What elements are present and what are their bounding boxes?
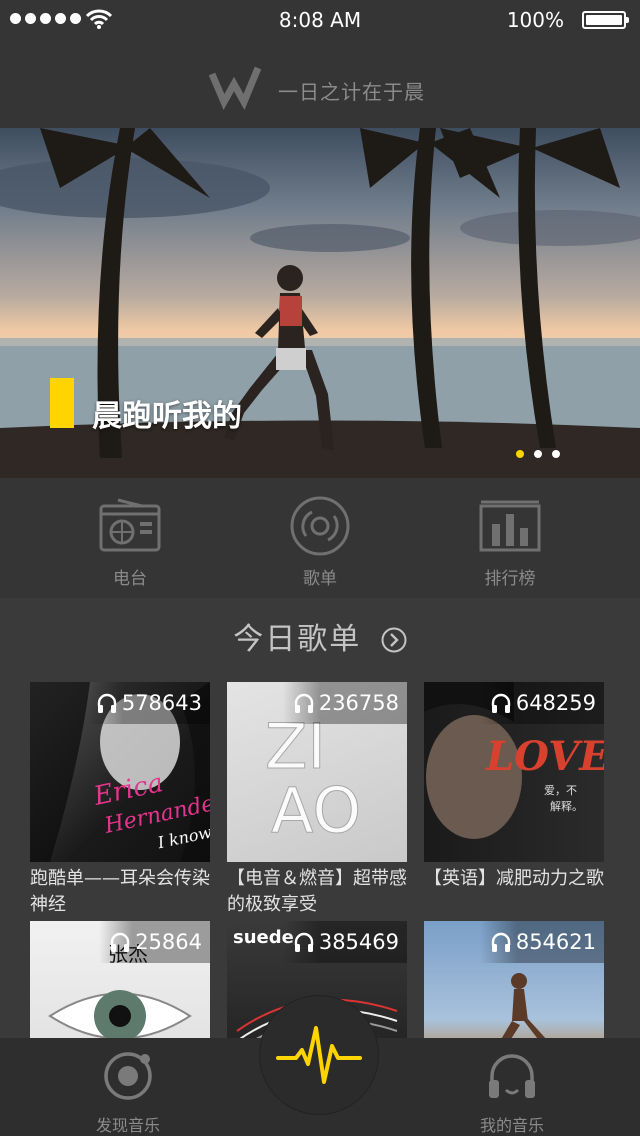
discover-icon xyxy=(104,1052,152,1100)
status-bar: 8:08 AM 100% xyxy=(0,0,640,40)
play-count: 648259 xyxy=(479,682,604,724)
category-nav: 电台 歌单 排行榜 xyxy=(0,478,640,598)
headphones-icon xyxy=(489,1054,535,1098)
app-logo-icon xyxy=(208,66,262,110)
play-count: 578643 xyxy=(85,682,210,724)
carousel-dot-active[interactable] xyxy=(516,450,524,458)
svg-text:AO: AO xyxy=(271,774,361,847)
svg-text:LOVE: LOVE xyxy=(485,733,604,780)
radio-icon xyxy=(99,498,161,552)
play-count-value: 236758 xyxy=(318,691,399,715)
chevron-right-icon[interactable] xyxy=(381,627,407,653)
now-playing-button[interactable] xyxy=(260,996,378,1114)
play-count: 385469 xyxy=(282,921,407,963)
play-count-value: 25864 xyxy=(135,930,202,954)
pulse-icon xyxy=(276,1026,362,1084)
nav-radio[interactable]: 电台 xyxy=(70,494,190,589)
disc-icon xyxy=(290,496,350,556)
nav-chart[interactable]: 排行榜 xyxy=(450,494,570,589)
play-count: 236758 xyxy=(282,682,407,724)
header-title: 一日之计在于晨 xyxy=(278,80,425,104)
play-count-value: 578643 xyxy=(121,691,202,715)
playlist-title: 跑酷单——耳朵会传染神经 xyxy=(30,868,210,915)
section-title: 今日歌单 xyxy=(233,622,362,657)
playlist-title: 【英语】减肥动力之歌 xyxy=(424,868,604,889)
nav-playlist[interactable]: 歌单 xyxy=(260,494,380,589)
nav-label: 歌单 xyxy=(303,569,337,589)
playlist-title: 【电音＆燃音】超带感的极致享受 xyxy=(227,868,407,915)
headphones-icon xyxy=(294,932,314,952)
tab-label: 我的音乐 xyxy=(479,1116,544,1135)
headphones-icon xyxy=(491,932,511,952)
banner-carousel[interactable]: 晨跑听我的 xyxy=(0,128,640,478)
carousel-dot[interactable] xyxy=(534,450,542,458)
chart-icon xyxy=(479,500,541,552)
battery-percent: 100% xyxy=(506,8,564,32)
play-count: 25864 xyxy=(99,921,210,963)
tab-label: 发现音乐 xyxy=(95,1116,160,1135)
nav-label: 排行榜 xyxy=(484,569,536,589)
section-header[interactable]: 今日歌单 xyxy=(0,614,640,658)
banner-title: 晨跑听我的 xyxy=(92,399,242,434)
svg-text:解释。: 解释。 xyxy=(550,799,583,813)
tab-mine[interactable]: 我的音乐 xyxy=(442,1050,582,1136)
headphones-icon xyxy=(491,693,511,713)
carousel-dot[interactable] xyxy=(552,450,560,458)
nav-label: 电台 xyxy=(113,569,147,589)
tab-discover[interactable]: 发现音乐 xyxy=(58,1050,198,1136)
banner-accent-bar xyxy=(50,378,74,428)
play-count: 854621 xyxy=(479,921,604,963)
headphones-icon xyxy=(294,693,314,713)
headphones-icon xyxy=(110,932,130,952)
play-count-value: 854621 xyxy=(515,930,596,954)
app-header: 一日之计在于晨 xyxy=(0,40,640,128)
carousel-indicator[interactable] xyxy=(516,450,560,458)
battery-icon xyxy=(582,11,629,29)
svg-text:爱，不: 爱，不 xyxy=(544,784,577,797)
play-count-value: 648259 xyxy=(515,691,596,715)
headphones-icon xyxy=(97,693,117,713)
play-count-value: 385469 xyxy=(318,930,399,954)
